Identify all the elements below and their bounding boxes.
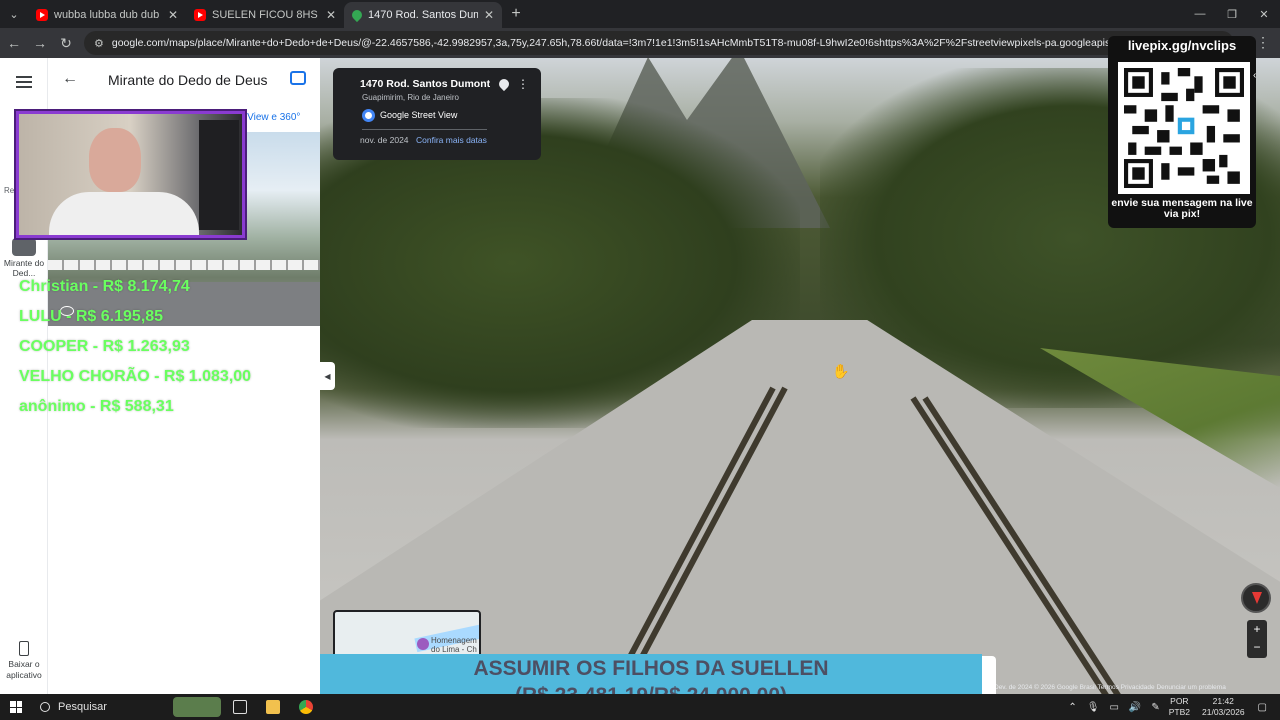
language-code: POR — [1170, 696, 1189, 706]
location-pin-icon[interactable] — [496, 76, 512, 92]
tray-chevron-icon[interactable]: ⌃ — [1068, 702, 1076, 713]
poi-label: Homenagem do Lima - Ch — [431, 636, 477, 654]
zoom-controls: + − — [1247, 620, 1267, 658]
webcam-monitor — [199, 120, 239, 230]
street-view-info-card: 1470 Rod. Santos Dumont Guapimirim, Rio … — [333, 68, 541, 160]
goal-title: ASSUMIR OS FILHOS DA SUELLEN — [473, 657, 829, 680]
tab-title: 1470 Rod. Santos Dumont - Go — [368, 9, 478, 21]
qr-code-graphic — [1124, 68, 1244, 188]
browser-menu-icon[interactable]: ⋮ — [1256, 34, 1270, 51]
windows-taskbar: Pesquisar ⌃ 🎙 ▭ 🔊 ✎ POR PTB2 21:42 21/03… — [0, 694, 1280, 720]
saved-place-thumbnail[interactable] — [12, 238, 36, 256]
youtube-icon — [194, 9, 206, 21]
back-icon[interactable]: ← — [2, 31, 26, 55]
youtube-icon — [36, 9, 48, 21]
keyboard-layout: PTB2 — [1168, 707, 1190, 717]
phone-icon[interactable] — [19, 641, 29, 656]
windows-start-icon[interactable] — [10, 701, 22, 713]
clock[interactable]: 21:42 21/03/2026 — [1202, 696, 1245, 718]
expand-chevron-icon[interactable]: ‹ — [1253, 70, 1267, 90]
volume-icon[interactable]: 🔊 — [1129, 702, 1141, 713]
livepix-message: envie sua mensagem na live via pix! — [1111, 197, 1253, 220]
system-tray: ⌃ 🎙 ▭ 🔊 ✎ POR PTB2 21:42 21/03/2026 ▢ — [1063, 694, 1272, 720]
menu-icon[interactable] — [16, 76, 32, 88]
browser-tab-bar: ⌄ wubba lubba dub dub - YouTub ✕ SUELEN … — [0, 0, 1280, 28]
poi-label-line: Homenagem — [431, 636, 477, 645]
sv-date: nov. de 2024 — [360, 135, 409, 145]
more-options-icon[interactable]: ⋮ — [517, 77, 529, 91]
close-tab-icon[interactable]: ✕ — [168, 8, 178, 22]
sv-source: Google Street View — [380, 110, 458, 120]
place-title: Mirante do Dedo de Deus — [108, 72, 268, 88]
tab-title: wubba lubba dub dub - YouTub — [54, 9, 162, 21]
google-icon — [362, 109, 375, 122]
notifications-icon[interactable]: ▢ — [1258, 702, 1267, 713]
url-field[interactable]: ⚙ google.com/maps/place/Mirante+do+Dedo+… — [84, 31, 1234, 55]
poi-label-line: do Lima - Ch — [431, 645, 477, 654]
donation-item: VELHO CHORÃO - R$ 1.083,00 — [19, 368, 252, 385]
microphone-icon[interactable]: 🎙 — [1087, 702, 1100, 713]
donation-item: Christian - R$ 8.174,74 — [19, 278, 190, 295]
search-icon — [40, 702, 50, 712]
streamer-head — [89, 128, 141, 192]
qr-code — [1118, 62, 1250, 194]
livepix-url: livepix.gg/nvclips — [1127, 38, 1237, 53]
url-text: google.com/maps/place/Mirante+do+Dedo+de… — [111, 37, 1234, 49]
new-tab-button[interactable]: + — [502, 5, 530, 23]
pen-icon[interactable]: ✎ — [1151, 702, 1159, 713]
network-icon[interactable]: ▭ — [1109, 702, 1118, 713]
webcam-overlay — [16, 111, 245, 238]
compass-icon[interactable] — [1241, 583, 1271, 613]
close-tab-icon[interactable]: ✕ — [326, 8, 336, 22]
browser-tab[interactable]: wubba lubba dub dub - YouTub ✕ — [28, 2, 186, 28]
sv-locality: Guapimirim, Rio de Janeiro — [362, 93, 459, 102]
maps-footer-credits: Dev. de 2024 © 2026 Google Brasil Termos… — [994, 684, 1226, 691]
download-app-link[interactable]: Baixar o aplicativo — [0, 659, 48, 681]
clock-time: 21:42 — [1212, 696, 1234, 706]
google-maps-icon — [349, 7, 365, 23]
mini-map[interactable]: Homenagem do Lima - Ch — [333, 610, 481, 660]
livepix-qr-overlay: livepix.gg/nvclips envie sua mensagem na… — [1108, 36, 1256, 228]
poi-marker-icon — [417, 638, 429, 650]
browser-tab[interactable]: SUELEN FICOU 8HS EM UMA PI ✕ — [186, 2, 344, 28]
restore-icon[interactable]: ❐ — [1216, 0, 1248, 28]
donation-item: LULU - R$ 6.195,85 — [19, 308, 164, 325]
minimize-icon[interactable]: — — [1184, 0, 1216, 28]
zoom-in-button[interactable]: + — [1247, 620, 1267, 638]
streamer-body — [49, 192, 199, 235]
chrome-icon[interactable] — [299, 700, 313, 714]
site-info-icon[interactable]: ⚙ — [94, 37, 104, 50]
clock-date: 21/03/2026 — [1202, 707, 1245, 717]
more-dates-link[interactable]: Confira mais datas — [416, 135, 487, 145]
street-view-link[interactable]: et View e 360° — [236, 112, 300, 123]
rail-label: Re — [4, 186, 15, 195]
window-controls: — ❐ ✕ — [1184, 0, 1280, 28]
address-bar: ← → ↻ ⚙ google.com/maps/place/Mirante+do… — [0, 28, 1280, 58]
language-indicator[interactable]: POR PTB2 — [1169, 696, 1190, 718]
add-photo-icon[interactable] — [290, 71, 306, 85]
tab-search-chevron-icon[interactable]: ⌄ — [0, 0, 28, 28]
task-view-icon[interactable] — [233, 700, 247, 714]
back-arrow-icon[interactable]: ← — [62, 70, 78, 88]
browser-tab-active[interactable]: 1470 Rod. Santos Dumont - Go ✕ — [344, 2, 502, 28]
collapse-panel-button[interactable]: ◀ — [320, 362, 335, 390]
forward-icon[interactable]: → — [28, 31, 52, 55]
close-tab-icon[interactable]: ✕ — [484, 8, 494, 22]
weather-widget[interactable] — [173, 697, 221, 717]
taskbar-search[interactable]: Pesquisar — [32, 694, 164, 720]
tab-title: SUELEN FICOU 8HS EM UMA PI — [212, 9, 320, 21]
close-window-icon[interactable]: ✕ — [1248, 0, 1280, 28]
zoom-out-button[interactable]: − — [1247, 638, 1267, 656]
saved-place-label[interactable]: Mirante do Ded... — [2, 258, 46, 278]
hand-cursor-icon: ✋ — [832, 363, 850, 379]
donation-item: COOPER - R$ 1.263,93 — [19, 338, 190, 355]
card-divider — [362, 129, 487, 130]
file-explorer-icon[interactable] — [266, 700, 280, 714]
sv-address: 1470 Rod. Santos Dumont — [360, 78, 491, 90]
donation-list: Christian - R$ 8.174,74 LULU - R$ 6.195,… — [19, 277, 251, 427]
reload-icon[interactable]: ↻ — [54, 31, 78, 55]
donation-item: anônimo - R$ 588,31 — [19, 398, 174, 415]
taskbar-search-label: Pesquisar — [58, 701, 107, 713]
guardrail — [48, 260, 320, 270]
